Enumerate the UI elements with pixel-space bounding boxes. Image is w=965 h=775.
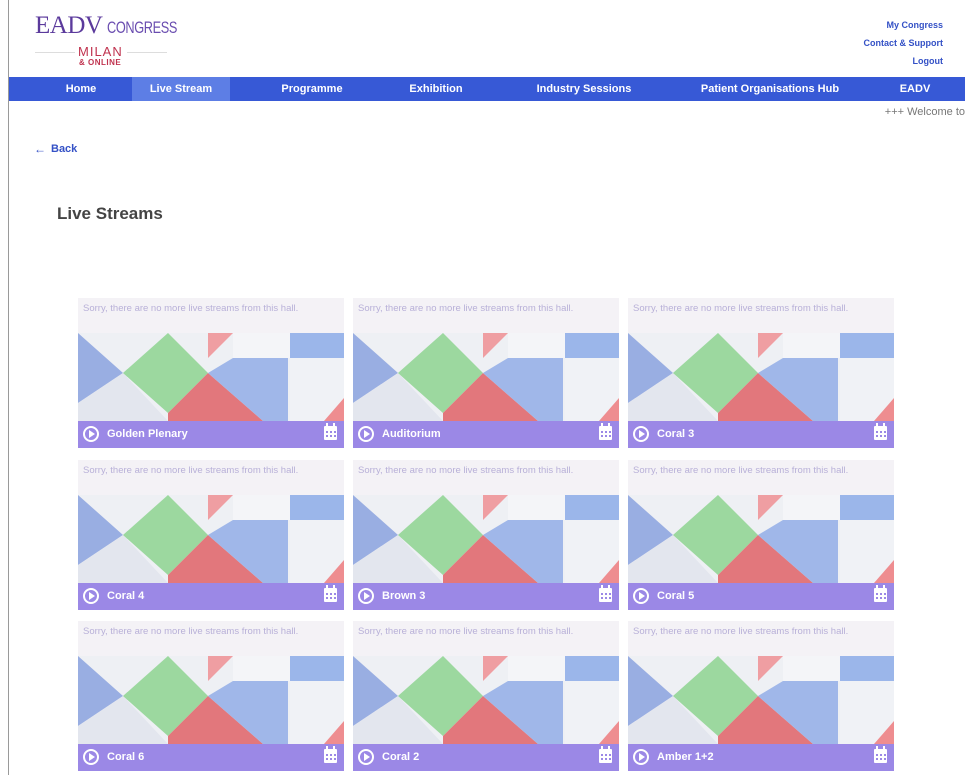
calendar-icon[interactable] [874, 746, 887, 763]
no-stream-message: Sorry, there are no more live streams fr… [83, 465, 299, 476]
card-title-bar: Coral 2 [353, 744, 619, 771]
nav-patient-organisations-hub[interactable]: Patient Organisations Hub [677, 77, 863, 101]
hall-artwork [353, 333, 619, 421]
card-title-bar: Auditorium [353, 421, 619, 448]
no-stream-message: Sorry, there are no more live streams fr… [358, 626, 574, 637]
live-stream-card[interactable]: Sorry, there are no more live streams fr… [628, 460, 894, 610]
hall-name: Auditorium [382, 428, 441, 440]
play-icon[interactable] [83, 588, 99, 604]
card-title-bar: Amber 1+2 [628, 744, 894, 771]
play-icon[interactable] [83, 426, 99, 442]
hall-artwork [628, 333, 894, 421]
nav-exhibition[interactable]: Exhibition [392, 77, 480, 101]
calendar-icon[interactable] [874, 423, 887, 440]
nav-industry-sessions[interactable]: Industry Sessions [517, 77, 651, 101]
hall-artwork [78, 495, 344, 583]
live-stream-card[interactable]: Sorry, there are no more live streams fr… [628, 621, 894, 771]
live-stream-card[interactable]: Sorry, there are no more live streams fr… [353, 298, 619, 448]
page-border [8, 0, 9, 775]
header: EADV CONGRESS MILAN & ONLINE My Congress… [9, 0, 965, 77]
card-title-bar: Brown 3 [353, 583, 619, 610]
hall-name: Amber 1+2 [657, 751, 714, 763]
logout-link[interactable]: Logout [864, 52, 944, 70]
logo-milan-text: MILAN [78, 44, 123, 59]
logo-online-text: & ONLINE [79, 58, 122, 67]
hall-name: Coral 4 [107, 590, 145, 602]
hall-artwork [353, 495, 619, 583]
play-icon[interactable] [633, 588, 649, 604]
live-stream-card[interactable]: Sorry, there are no more live streams fr… [78, 460, 344, 610]
main-nav: Home Live Stream Programme Exhibition In… [9, 77, 965, 101]
hall-artwork [78, 656, 344, 744]
hall-name: Coral 6 [107, 751, 145, 763]
play-icon[interactable] [633, 426, 649, 442]
hall-name: Coral 3 [657, 428, 695, 440]
live-stream-card[interactable]: Sorry, there are no more live streams fr… [353, 621, 619, 771]
my-congress-link[interactable]: My Congress [864, 16, 943, 34]
card-title-bar: Coral 6 [78, 744, 344, 771]
hall-name: Brown 3 [382, 590, 426, 602]
live-stream-card[interactable]: Sorry, there are no more live streams fr… [78, 621, 344, 771]
calendar-icon[interactable] [599, 585, 612, 602]
hall-name: Coral 5 [657, 590, 695, 602]
play-icon[interactable] [358, 426, 374, 442]
no-stream-message: Sorry, there are no more live streams fr… [358, 303, 574, 314]
nav-programme[interactable]: Programme [261, 77, 363, 101]
nav-live-stream[interactable]: Live Stream [132, 77, 230, 101]
card-title-bar: Coral 4 [78, 583, 344, 610]
back-label: Back [51, 143, 78, 155]
card-title-bar: Coral 5 [628, 583, 894, 610]
logo-congress-text: CONGRESS [107, 18, 178, 37]
top-links: My Congress Contact & Support Logout [864, 16, 944, 70]
logo-eadv-text: EADV [35, 12, 103, 39]
no-stream-message: Sorry, there are no more live streams fr… [633, 465, 849, 476]
calendar-icon[interactable] [874, 585, 887, 602]
hall-name: Golden Plenary [107, 428, 188, 440]
calendar-icon[interactable] [324, 746, 337, 763]
live-stream-card[interactable]: Sorry, there are no more live streams fr… [78, 298, 344, 448]
nav-eadv[interactable]: EADV [885, 77, 945, 101]
nav-home[interactable]: Home [47, 77, 115, 101]
hall-artwork [628, 656, 894, 744]
no-stream-message: Sorry, there are no more live streams fr… [633, 626, 849, 637]
news-ticker: +++ Welcome to [884, 106, 965, 118]
live-stream-grid: Sorry, there are no more live streams fr… [78, 298, 894, 775]
no-stream-message: Sorry, there are no more live streams fr… [358, 465, 574, 476]
arrow-left-icon: ← [34, 142, 46, 156]
play-icon[interactable] [83, 749, 99, 765]
live-stream-card[interactable]: Sorry, there are no more live streams fr… [353, 460, 619, 610]
logo-rule-left [35, 52, 75, 53]
page-title: Live Streams [57, 204, 163, 223]
calendar-icon[interactable] [599, 746, 612, 763]
hall-name: Coral 2 [382, 751, 420, 763]
no-stream-message: Sorry, there are no more live streams fr… [83, 626, 299, 637]
back-link[interactable]: ← Back [34, 142, 77, 156]
hall-artwork [78, 333, 344, 421]
play-icon[interactable] [633, 749, 649, 765]
calendar-icon[interactable] [599, 423, 612, 440]
calendar-icon[interactable] [324, 585, 337, 602]
calendar-icon[interactable] [324, 423, 337, 440]
play-icon[interactable] [358, 749, 374, 765]
no-stream-message: Sorry, there are no more live streams fr… [83, 303, 299, 314]
hall-artwork [628, 495, 894, 583]
live-stream-card[interactable]: Sorry, there are no more live streams fr… [628, 298, 894, 448]
hall-artwork [353, 656, 619, 744]
card-title-bar: Golden Plenary [78, 421, 344, 448]
eadv-congress-logo[interactable]: EADV CONGRESS MILAN & ONLINE [35, 12, 185, 72]
card-title-bar: Coral 3 [628, 421, 894, 448]
logo-rule-right [127, 52, 167, 53]
play-icon[interactable] [358, 588, 374, 604]
contact-support-link[interactable]: Contact & Support [864, 34, 944, 52]
no-stream-message: Sorry, there are no more live streams fr… [633, 303, 849, 314]
